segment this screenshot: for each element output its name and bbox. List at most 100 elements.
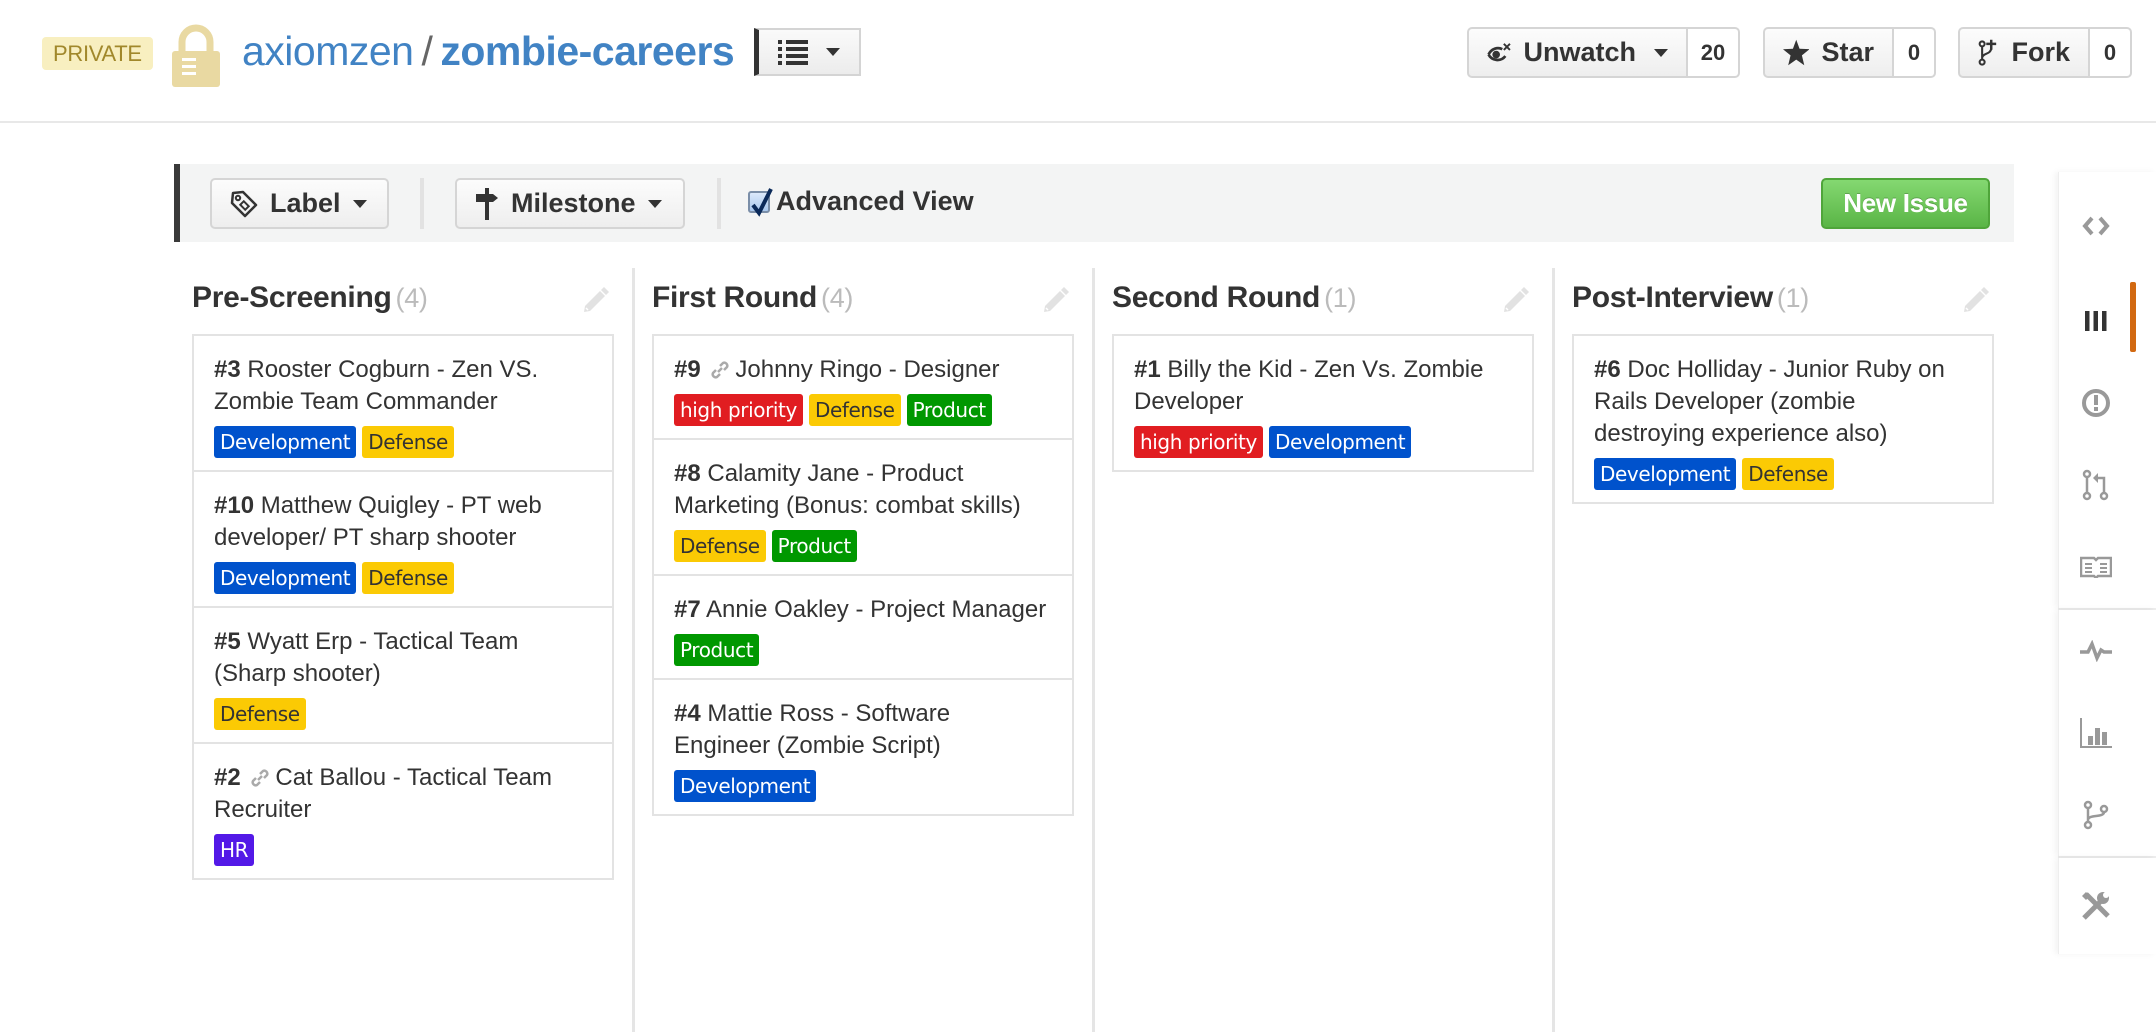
tag-icon [230, 190, 258, 217]
card-list: #1 Billy the Kid - Zen Vs. Zombie Develo… [1112, 334, 1534, 472]
repo-menu-button[interactable] [754, 28, 861, 76]
milestone-filter-button[interactable]: Milestone [455, 178, 685, 229]
issue-card[interactable]: #9 Johnny Ringo - Designer high priority D… [654, 336, 1072, 438]
repo-title: axiomzen / zombie-careers [242, 26, 735, 76]
column-divider [1092, 268, 1095, 1032]
issue-title: #4 Mattie Ross - Software Engineer (Zomb… [674, 698, 1052, 762]
toolbar-divider [420, 178, 424, 229]
issue-card[interactable]: #1 Billy the Kid - Zen Vs. Zombie Develo… [1114, 336, 1532, 470]
issue-title: #1 Billy the Kid - Zen Vs. Zombie Develo… [1134, 354, 1512, 418]
issue-title-text[interactable]: Wyatt Erp - Tactical Team (Sharp shooter… [214, 628, 518, 687]
sidebar-item-pull-requests[interactable] [2059, 444, 2156, 526]
issue-number: #6 [1594, 356, 1621, 383]
issue-card[interactable]: #7 Annie Oakley - Project Manager Product [654, 574, 1072, 678]
issue-card[interactable]: #4 Mattie Ross - Software Engineer (Zomb… [654, 678, 1072, 814]
card-list: #9 Johnny Ringo - Designer high priority D… [652, 334, 1074, 816]
unwatch-button[interactable]: Unwatch [1467, 27, 1688, 78]
issue-card[interactable]: #10 Matthew Quigley - PT web developer/ … [194, 470, 612, 606]
repo-separator: / [421, 28, 433, 74]
sidebar-item-wiki[interactable] [2059, 526, 2156, 608]
issue-number: #9 [674, 356, 701, 383]
issue-label[interactable]: Defense [808, 394, 901, 426]
sidebar-item-issues[interactable] [2059, 362, 2156, 444]
issue-card[interactable]: #2 Cat Ballou - Tactical Team Recruiter H… [194, 742, 612, 878]
column-name: Post-Interview [1572, 281, 1773, 314]
label-filter-button[interactable]: Label [210, 178, 389, 229]
sidebar-item-board[interactable] [2059, 280, 2156, 362]
issue-title: #7 Annie Oakley - Project Manager [674, 594, 1052, 626]
issue-label[interactable]: Development [1594, 458, 1737, 490]
issue-label[interactable]: Product [906, 394, 992, 426]
sidebar-item-pulse[interactable] [2059, 610, 2156, 692]
issue-card[interactable]: #5 Wyatt Erp - Tactical Team (Sharp shoo… [194, 606, 612, 742]
issue-title-text[interactable]: Johnny Ringo - Designer [735, 356, 999, 383]
issue-title-text[interactable]: Doc Holliday - Junior Ruby on Rails Deve… [1594, 356, 1945, 447]
issue-label[interactable]: Defense [1742, 458, 1834, 490]
new-issue-button[interactable]: New Issue [1821, 178, 1990, 229]
pulse-icon [2079, 640, 2112, 662]
column-title: First Round (4) [652, 281, 853, 315]
pencil-icon[interactable] [1960, 286, 1990, 316]
repo-header: PRIVATE axiomzen / zombie-careers Unwatch [0, 0, 2156, 123]
issue-card[interactable]: #3 Rooster Cogburn - Zen VS. Zombie Team… [194, 336, 612, 470]
sidebar-item-settings[interactable] [2059, 858, 2156, 954]
issue-title-text[interactable]: Annie Oakley - Project Manager [706, 596, 1046, 623]
issue-label[interactable]: Product [771, 530, 857, 562]
issue-card[interactable]: #8 Calamity Jane - Product Marketing (Bo… [654, 438, 1072, 574]
board-column: Post-Interview (1) #6 Doc Holliday - Junio… [1572, 270, 1994, 504]
sidebar-item-graphs[interactable] [2059, 692, 2156, 774]
issue-title-text[interactable]: Calamity Jane - Product Marketing (Bonus… [674, 460, 1021, 519]
forks-count[interactable]: 0 [2090, 27, 2132, 78]
issue-label[interactable]: Defense [362, 426, 454, 458]
fork-button[interactable]: Fork [1958, 27, 2090, 78]
issue-title-text[interactable]: Matthew Quigley - PT web developer/ PT s… [214, 492, 542, 551]
repo-name-link[interactable]: zombie-careers [440, 28, 734, 74]
issue-title: #8 Calamity Jane - Product Marketing (Bo… [674, 458, 1052, 522]
chevron-down-icon [1654, 48, 1668, 57]
issue-number: #4 [674, 700, 701, 727]
pull-request-icon [2082, 469, 2108, 501]
column-name: First Round [652, 281, 818, 314]
card-list: #3 Rooster Cogburn - Zen VS. Zombie Team… [192, 334, 614, 880]
issue-title: #10 Matthew Quigley - PT web developer/ … [214, 490, 592, 554]
repo-owner-link[interactable]: axiomzen [242, 28, 414, 74]
link-icon [251, 769, 269, 787]
label-list: high priority Development [1134, 426, 1512, 458]
issue-label[interactable]: Development [214, 426, 357, 458]
issue-label[interactable]: high priority [674, 394, 803, 426]
pencil-icon[interactable] [580, 286, 610, 316]
issue-title-text[interactable]: Billy the Kid - Zen Vs. Zombie Developer [1134, 356, 1484, 415]
issue-label[interactable]: Defense [214, 698, 306, 730]
advanced-view-checkbox[interactable] [748, 187, 773, 217]
pencil-icon[interactable] [1040, 286, 1070, 316]
sidebar-item-code[interactable] [2059, 172, 2156, 280]
issue-label[interactable]: Defense [674, 530, 766, 562]
issue-label[interactable]: high priority [1134, 426, 1263, 458]
issue-label[interactable]: Product [674, 634, 760, 666]
card-list: #6 Doc Holliday - Junior Ruby on Rails D… [1572, 334, 1994, 504]
issue-number: #3 [214, 356, 241, 383]
issue-label[interactable]: Development [674, 770, 817, 802]
advanced-view-toggle[interactable]: Advanced View [748, 186, 974, 217]
column-header: Second Round (1) [1112, 270, 1534, 334]
issue-label[interactable]: Defense [362, 562, 454, 594]
issue-title-text[interactable]: Mattie Ross - Software Engineer (Zombie … [674, 700, 950, 759]
chevron-down-icon [826, 48, 840, 56]
issue-label[interactable]: Development [1268, 426, 1412, 458]
pencil-icon[interactable] [1500, 286, 1530, 316]
issue-label[interactable]: HR [214, 834, 255, 866]
label-list: HR [214, 834, 592, 866]
issue-title-text[interactable]: Rooster Cogburn - Zen VS. Zombie Team Co… [214, 356, 538, 415]
star-button[interactable]: Star [1763, 27, 1894, 78]
sidebar-item-network[interactable] [2059, 774, 2156, 856]
sidebar-section-stats [2058, 610, 2156, 856]
watchers-count[interactable]: 20 [1688, 27, 1740, 78]
fork-icon [1978, 39, 1997, 66]
link-icon [711, 361, 729, 379]
label-list: Defense Product [674, 530, 1052, 562]
issue-card[interactable]: #6 Doc Holliday - Junior Ruby on Rails D… [1574, 336, 1992, 502]
column-title: Second Round (1) [1112, 281, 1356, 315]
label-list: Defense [214, 698, 592, 730]
stars-count[interactable]: 0 [1894, 27, 1936, 78]
issue-label[interactable]: Development [214, 562, 357, 594]
